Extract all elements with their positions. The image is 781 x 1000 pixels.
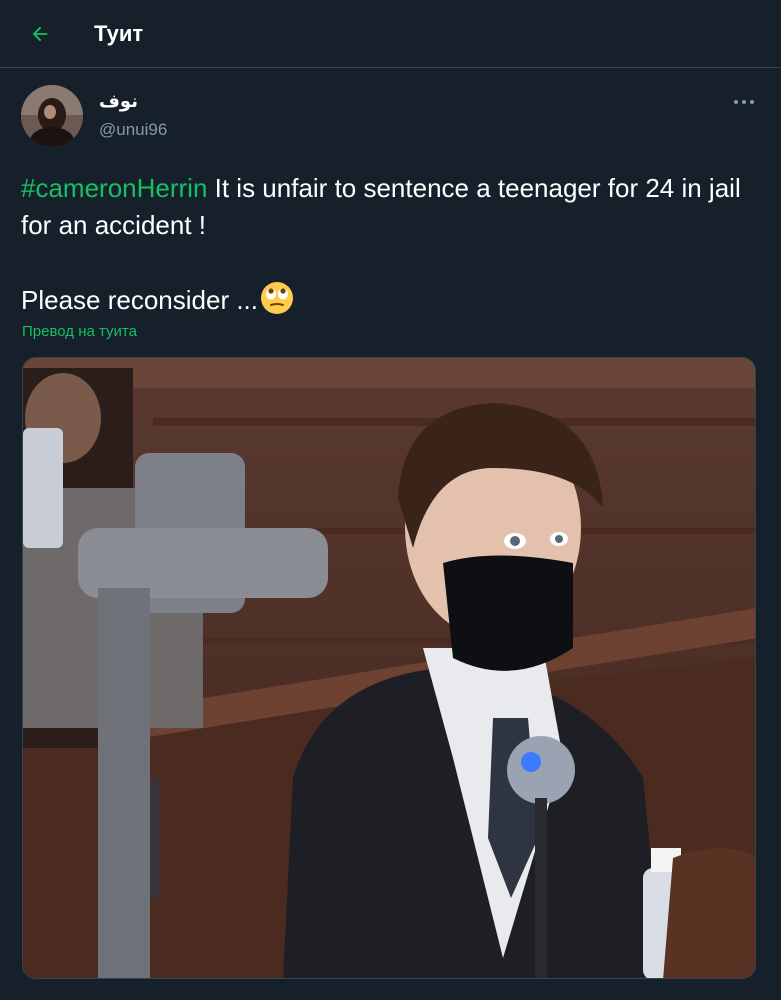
author-display-name[interactable]: نوف [99, 90, 138, 112]
page-title: Туит [94, 21, 144, 46]
tweet[interactable]: نوف @unui96 #cameronHerrin It is unfair … [0, 68, 781, 1000]
back-button[interactable] [22, 16, 58, 52]
more-horizontal-icon [734, 100, 754, 104]
author-handle[interactable]: @unui96 [99, 119, 167, 141]
avatar[interactable] [21, 85, 83, 147]
tweet-text-line1: #cameronHerrin It is unfair to sentence … [21, 170, 761, 244]
translate-tweet-link[interactable]: Превод на туита [22, 322, 137, 342]
more-button[interactable] [724, 90, 764, 114]
tweet-photo[interactable] [22, 357, 756, 979]
arrow-left-icon [32, 26, 48, 42]
top-bar: Туит [0, 0, 781, 68]
tweet-body-2: Please reconsider ... [21, 285, 259, 315]
tweet-text: #cameronHerrin It is unfair to sentence … [21, 170, 761, 325]
tweet-text-line2: Please reconsider ... [21, 281, 761, 325]
hashtag-link[interactable]: #cameronHerrin [21, 173, 207, 203]
rolling-eyes-emoji-icon [260, 281, 294, 325]
